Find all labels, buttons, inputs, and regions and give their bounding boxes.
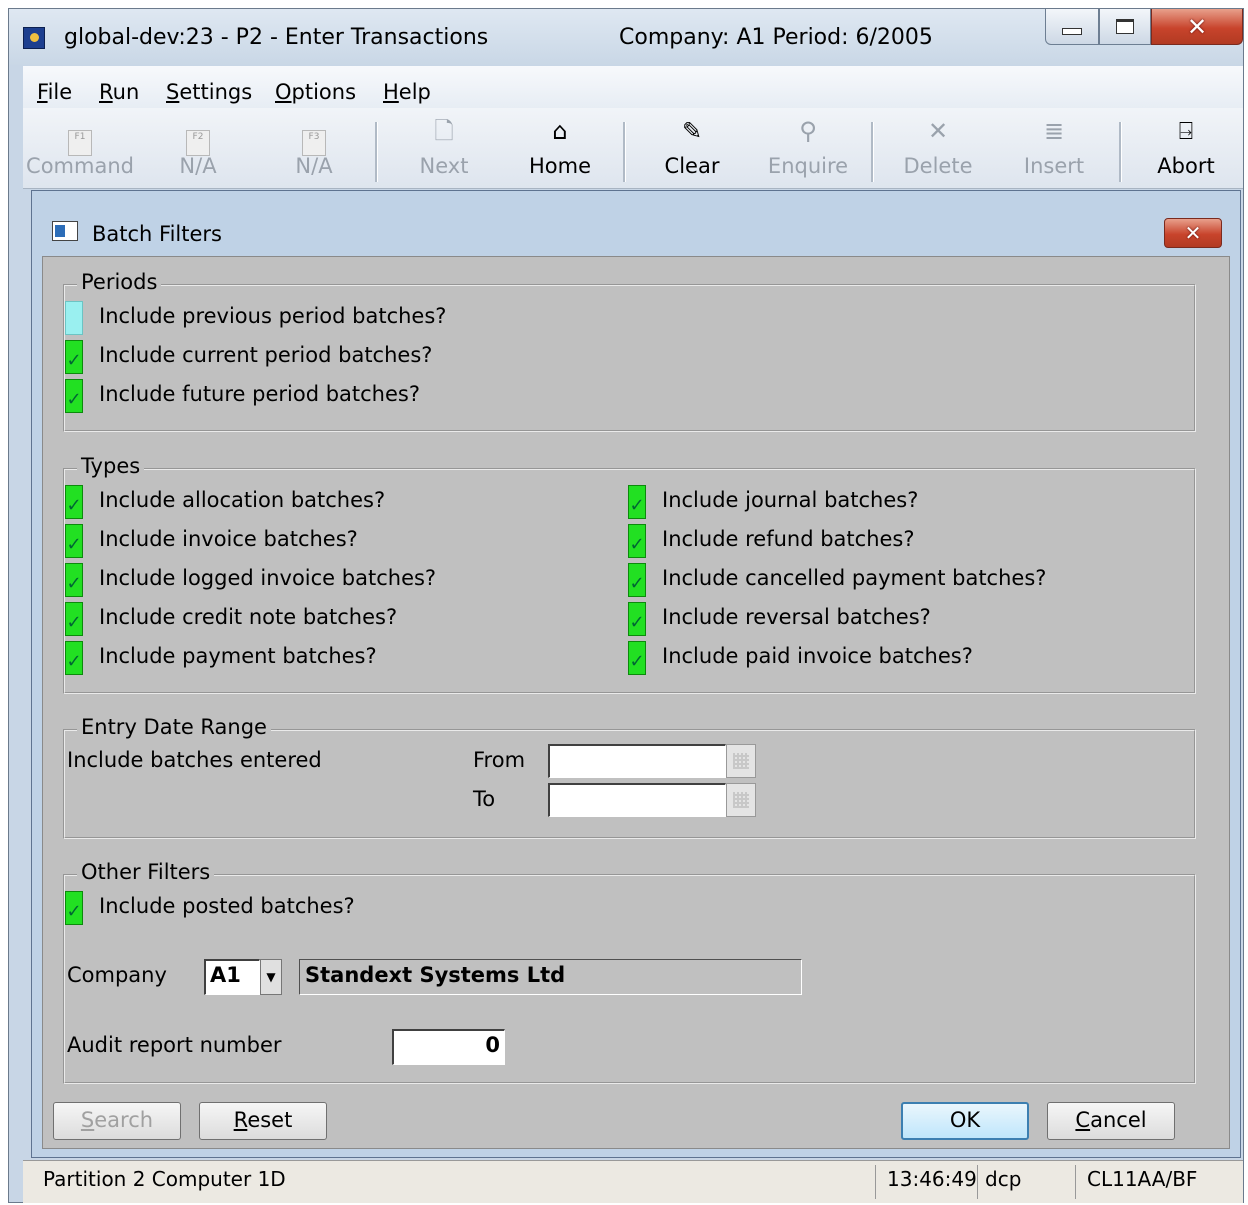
window-icon xyxy=(52,221,78,241)
checkmark-icon[interactable]: ✓ xyxy=(628,641,646,675)
to-label: To xyxy=(473,787,496,811)
company-name-display: Standext Systems Ltd xyxy=(299,959,802,995)
menu-bar: File Run Settings Options Help xyxy=(23,66,1243,108)
menu-settings[interactable]: Settings xyxy=(166,80,252,104)
checkbox-box[interactable] xyxy=(65,301,83,335)
audit-report-number-label: Audit report number xyxy=(67,1033,282,1057)
toolbar-clear-button[interactable]: ✎ Clear xyxy=(637,108,747,188)
checkmark-icon[interactable]: ✓ xyxy=(65,524,83,558)
chevron-down-icon[interactable]: ▼ xyxy=(260,959,282,995)
toolbar-home-button[interactable]: ⌂ Home xyxy=(505,108,615,188)
checkmark-icon[interactable]: ✓ xyxy=(628,563,646,597)
minimize-icon xyxy=(1062,28,1082,35)
toolbar-separator xyxy=(375,122,378,182)
toolbar-enquire-button[interactable]: ⚲ Enquire xyxy=(753,108,863,188)
types-group-title: Types xyxy=(77,454,145,478)
checkmark-icon[interactable]: ✓ xyxy=(65,602,83,636)
ok-button[interactable]: OK xyxy=(901,1102,1029,1140)
cancel-button[interactable]: Cancel xyxy=(1047,1102,1175,1140)
include-batches-entered-label: Include batches entered xyxy=(67,748,322,772)
checkmark-icon[interactable]: ✓ xyxy=(628,602,646,636)
menu-help[interactable]: Help xyxy=(383,80,431,104)
close-window-button[interactable]: ✕ xyxy=(1151,9,1243,45)
toolbar-abort-button[interactable]: ⍈ Abort xyxy=(1131,108,1241,188)
next-page-icon: 🗋 xyxy=(434,117,454,145)
to-date-input[interactable] xyxy=(548,783,726,817)
company-period-label: Company: A1 Period: 6/2005 xyxy=(619,25,933,50)
reset-button[interactable]: Reset xyxy=(199,1102,327,1140)
checkmark-icon[interactable]: ✓ xyxy=(65,641,83,675)
status-divider xyxy=(875,1165,876,1199)
toolbar: F1 Command F2 N/A F3 N/A 🗋 Next ⌂ Home ✎… xyxy=(23,108,1243,189)
status-partition: Partition 2 Computer 1D xyxy=(43,1167,286,1191)
f3-key-icon: F3 xyxy=(299,116,329,156)
periods-group-title: Periods xyxy=(77,270,162,294)
checkmark-icon[interactable]: ✓ xyxy=(65,485,83,519)
maximize-icon xyxy=(1116,19,1134,34)
close-icon: ✕ xyxy=(1184,221,1202,245)
from-label: From xyxy=(473,748,526,772)
checkmark-icon[interactable]: ✓ xyxy=(65,379,83,413)
clear-icon: ✎ xyxy=(681,117,703,145)
toolbar-delete-button[interactable]: ✕ Delete xyxy=(883,108,993,188)
x-delete-icon: ✕ xyxy=(927,117,949,145)
status-user: dcp xyxy=(985,1167,1022,1191)
company-code-select[interactable]: A1 xyxy=(204,959,260,995)
search-button[interactable]: Search xyxy=(53,1102,181,1140)
batch-filters-dialog: Batch Filters ✕ Periods Include previous… xyxy=(31,190,1241,1158)
home-icon: ⌂ xyxy=(552,117,568,145)
maximize-button[interactable] xyxy=(1099,9,1151,45)
status-divider xyxy=(977,1165,978,1199)
checkmark-icon[interactable]: ✓ xyxy=(628,524,646,558)
company-label: Company xyxy=(67,963,167,987)
menu-options[interactable]: Options xyxy=(275,80,356,104)
dialog-body: Periods Include previous period batches?… xyxy=(42,256,1230,1149)
toolbar-separator xyxy=(623,122,626,182)
app-icon xyxy=(23,27,45,49)
checkmark-icon[interactable]: ✓ xyxy=(628,485,646,519)
dialog-title: Batch Filters xyxy=(92,222,222,246)
toolbar-na1-button[interactable]: F2 N/A xyxy=(143,108,253,188)
from-date-input[interactable] xyxy=(548,744,726,778)
toolbar-separator xyxy=(871,122,874,182)
status-divider xyxy=(1075,1165,1076,1199)
dialog-title-bar: Batch Filters ✕ xyxy=(32,191,1240,249)
toolbar-command-button[interactable]: F1 Command xyxy=(25,108,135,188)
entry-date-range-title: Entry Date Range xyxy=(77,715,271,739)
toolbar-insert-button[interactable]: ≣ Insert xyxy=(999,108,1109,188)
calendar-icon[interactable] xyxy=(726,783,756,817)
menu-file[interactable]: File xyxy=(37,80,72,104)
main-window: global-dev:23 - P2 - Enter Transactions … xyxy=(8,8,1244,1203)
title-bar: global-dev:23 - P2 - Enter Transactions … xyxy=(9,9,1243,65)
f2-key-icon: F2 xyxy=(183,116,213,156)
magnifier-icon: ⚲ xyxy=(799,117,817,145)
close-icon: ✕ xyxy=(1186,12,1208,41)
other-filters-title: Other Filters xyxy=(77,860,215,884)
status-bar: Partition 2 Computer 1D 13:46:49 dcp CL1… xyxy=(23,1160,1243,1203)
toolbar-separator xyxy=(1119,122,1122,182)
status-time: 13:46:49 xyxy=(887,1167,977,1191)
toolbar-na2-button[interactable]: F3 N/A xyxy=(259,108,369,188)
checkmark-icon[interactable]: ✓ xyxy=(65,563,83,597)
status-code: CL11AA/BF xyxy=(1087,1167,1198,1191)
checkmark-icon[interactable]: ✓ xyxy=(65,340,83,374)
dialog-close-button[interactable]: ✕ xyxy=(1164,218,1222,248)
toolbar-next-button[interactable]: 🗋 Next xyxy=(389,108,499,188)
minimize-button[interactable] xyxy=(1045,9,1099,45)
window-title: global-dev:23 - P2 - Enter Transactions xyxy=(64,25,489,50)
checkmark-icon[interactable]: ✓ xyxy=(65,891,83,925)
menu-run[interactable]: Run xyxy=(99,80,139,104)
insert-icon: ≣ xyxy=(1043,117,1065,145)
audit-report-number-input[interactable]: 0 xyxy=(392,1029,505,1065)
door-exit-icon: ⍈ xyxy=(1178,117,1194,145)
calendar-icon[interactable] xyxy=(726,744,756,778)
f1-key-icon: F1 xyxy=(65,116,95,156)
